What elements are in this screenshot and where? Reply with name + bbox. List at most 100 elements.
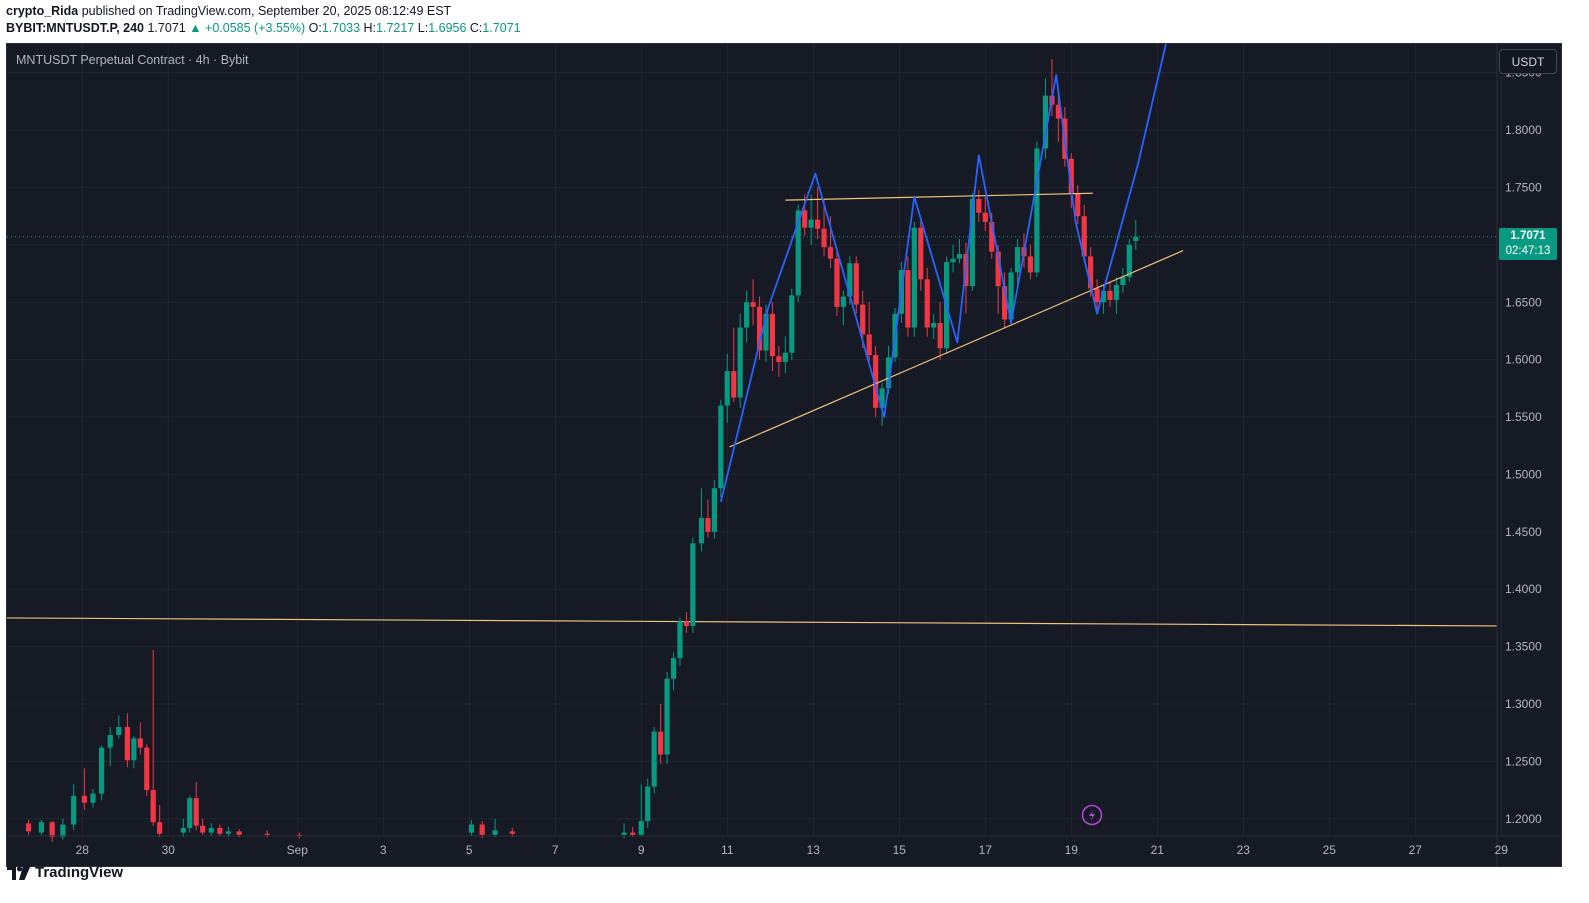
candle-body (1133, 236, 1139, 242)
candle (90, 788, 96, 808)
currency-button[interactable]: USDT (1499, 49, 1557, 74)
time-tick-label: 7 (552, 843, 559, 857)
ohlc-line: BYBIT:MNTUSDT.P, 240 1.7071 ▲ +0.0585 (+… (6, 20, 521, 37)
candle (677, 617, 683, 667)
candle (711, 480, 717, 539)
candle-body (38, 822, 45, 833)
candle-body (677, 621, 683, 659)
candle-body (479, 824, 485, 835)
candle-body (225, 831, 232, 834)
candle (38, 819, 45, 835)
candle-body (664, 678, 670, 755)
candle-body (645, 786, 651, 822)
candle-body (918, 227, 924, 280)
candle-body (1094, 288, 1100, 303)
candle-body (731, 371, 737, 398)
chart-canvas[interactable]: 1.85001.80001.75001.70001.65001.60001.55… (7, 44, 1562, 867)
time-tick-label: 15 (893, 843, 907, 857)
drawing-layer[interactable] (7, 617, 1498, 627)
candle (905, 256, 911, 337)
candle (769, 302, 776, 372)
candle (814, 187, 821, 240)
candle-body (769, 313, 776, 357)
candle (976, 189, 982, 222)
candle-body (690, 543, 696, 626)
candle-body (737, 327, 743, 398)
tradingview-footer[interactable]: TradingView (7, 864, 123, 881)
candle (776, 345, 782, 377)
candle (107, 726, 113, 766)
candle-body (718, 405, 724, 489)
candle (731, 327, 737, 403)
candle (718, 399, 724, 498)
candle-body (911, 227, 917, 328)
time-tick-label: 27 (1409, 843, 1423, 857)
time-tick-label: Sep (287, 843, 309, 857)
candle-body (187, 798, 193, 828)
chart-title: MNTUSDT Perpetual Contract · 4h · Bybit (16, 53, 249, 67)
candles-layer (25, 58, 1139, 842)
candle-body (808, 219, 814, 228)
candle (25, 819, 32, 835)
candle (789, 288, 795, 360)
candle-body (853, 263, 859, 305)
close-label: C: (469, 21, 483, 35)
candle (834, 250, 840, 317)
time-tick-label: 19 (1065, 843, 1079, 857)
candle-body (827, 247, 834, 259)
last-price-value: 1.7071 (1510, 230, 1546, 242)
candle-body (630, 832, 636, 835)
time-tick-label: 3 (380, 843, 387, 857)
candle-body (200, 825, 206, 833)
candle-body (1027, 256, 1034, 273)
candle-body (814, 219, 821, 229)
candle (217, 824, 223, 836)
candle (670, 652, 677, 691)
chart-header: crypto_Rida published on TradingView.com… (6, 3, 521, 37)
candle-body (81, 795, 88, 803)
candle (157, 805, 163, 838)
candle (645, 778, 651, 828)
candle-body (866, 334, 872, 356)
candle (690, 537, 696, 633)
candle (71, 784, 77, 831)
price-tick-label: 1.2500 (1505, 754, 1542, 768)
candle (840, 290, 846, 326)
price-tick-label: 1.5500 (1505, 410, 1542, 424)
candle (1133, 219, 1139, 250)
chart-pane[interactable]: 1.85001.80001.75001.70001.65001.60001.55… (6, 43, 1562, 867)
time-tick-label: 17 (979, 843, 993, 857)
price-axis[interactable]: 1.85001.80001.75001.70001.65001.60001.55… (1496, 44, 1542, 867)
candle-body (180, 827, 186, 833)
candle (782, 336, 788, 374)
time-axis[interactable]: 28 30 Sep 3 5 7 9 11 13 15 17 19 21 23 25 27 29 (7, 835, 1562, 857)
time-tick-label: 21 (1151, 843, 1165, 857)
candle (150, 650, 156, 826)
time-tick-label: 11 (721, 843, 734, 857)
candle (131, 736, 137, 769)
price-tick-label: 1.8000 (1505, 123, 1542, 137)
lightning-icon[interactable] (1081, 804, 1103, 826)
candle-body (157, 822, 163, 834)
candle-body (821, 228, 827, 248)
candle-body (99, 747, 105, 794)
time-tick-label: 30 (162, 843, 176, 857)
last-price: 1.7071 (147, 21, 186, 35)
candle-body (144, 747, 150, 791)
price-tick-label: 1.3500 (1505, 640, 1542, 654)
candle (937, 302, 943, 360)
candle-body (492, 830, 498, 835)
time-tick-label: 5 (466, 843, 473, 857)
candle-body (789, 295, 795, 353)
author-name[interactable]: crypto_Rida (6, 4, 78, 18)
candle-body (950, 258, 956, 263)
candle-body (658, 731, 664, 755)
pattern-drawing-layer[interactable] (719, 44, 1184, 503)
resistance-line (785, 192, 1093, 201)
candle-body (264, 833, 270, 835)
candle (208, 823, 214, 836)
close-value: 1.7071 (482, 21, 521, 35)
candle-body (60, 824, 66, 838)
time-tick-label: 13 (807, 843, 821, 857)
candle-body (834, 258, 840, 307)
